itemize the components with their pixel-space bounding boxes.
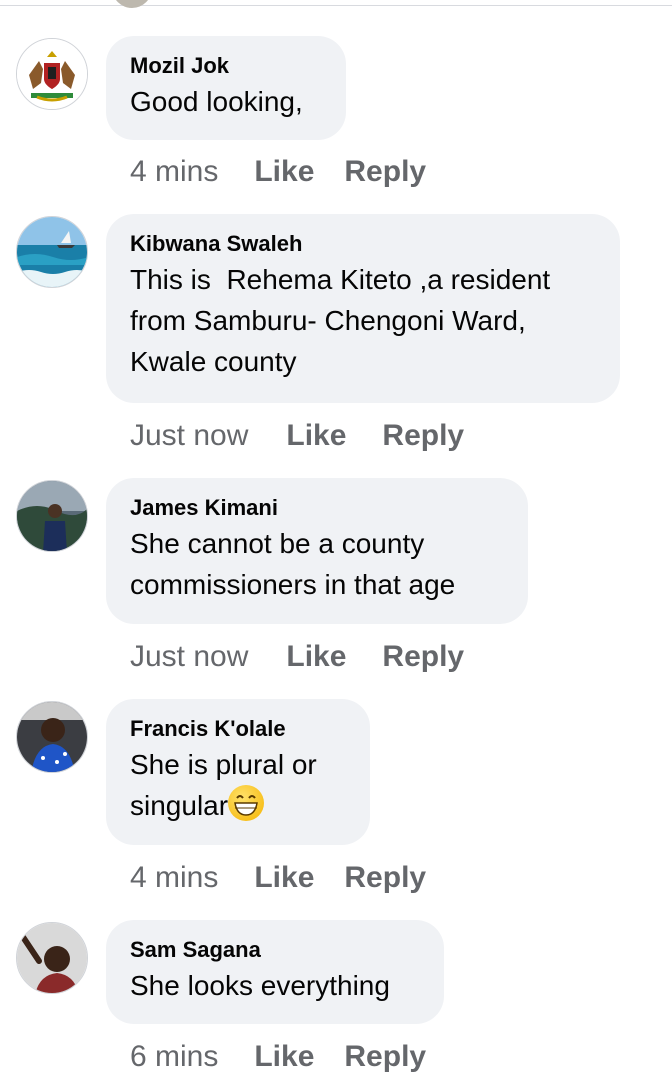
like-button[interactable]: Like: [254, 154, 314, 190]
like-button[interactable]: Like: [254, 1039, 314, 1075]
comment-meta: Just now Like Reply: [130, 418, 464, 454]
comment-text: Good looking,: [130, 86, 303, 117]
comment-text-line: commissioners in that age: [130, 569, 456, 600]
timestamp[interactable]: Just now: [130, 418, 248, 454]
comment-text-line: This is Rehema Kiteto ,a resident: [130, 264, 551, 295]
grinning-face-emoji-icon: [228, 785, 265, 821]
person-photo-icon: [17, 702, 87, 772]
timestamp[interactable]: 4 mins: [130, 154, 218, 190]
timestamp[interactable]: 4 mins: [130, 860, 218, 896]
like-button[interactable]: Like: [254, 860, 314, 896]
person-photo-icon: [17, 481, 87, 551]
man-blue-shirt-avatar[interactable]: [16, 701, 88, 773]
reply-button[interactable]: Reply: [382, 639, 464, 675]
comment-meta: 4 mins Like Reply: [130, 860, 426, 896]
timestamp[interactable]: 6 mins: [130, 1039, 218, 1075]
person-photo-icon: [17, 923, 87, 993]
reply-button[interactable]: Reply: [344, 1039, 426, 1075]
timestamp[interactable]: Just now: [130, 639, 248, 675]
comment-author[interactable]: Francis K'olale: [130, 716, 346, 742]
comment-author[interactable]: Sam Sagana: [130, 937, 420, 963]
comment-bubble[interactable]: James Kimani She cannot be a county comm…: [106, 478, 528, 624]
comment-author[interactable]: Kibwana Swaleh: [130, 231, 596, 257]
comment-bubble[interactable]: Kibwana Swaleh This is Rehema Kiteto ,a …: [106, 214, 620, 403]
reply-button[interactable]: Reply: [382, 418, 464, 454]
like-button[interactable]: Like: [286, 639, 346, 675]
like-button[interactable]: Like: [286, 418, 346, 454]
reply-button[interactable]: Reply: [344, 860, 426, 896]
comment-text-line: from Samburu- Chengoni Ward,: [130, 305, 526, 336]
comment-bubble[interactable]: Sam Sagana She looks everything: [106, 920, 444, 1024]
comment-author[interactable]: Mozil Jok: [130, 53, 322, 79]
comment-text-fragment: singular: [130, 790, 229, 821]
divider: [0, 5, 672, 6]
comment-bubble[interactable]: Francis K'olale She is plural or singula…: [106, 699, 370, 845]
reply-button[interactable]: Reply: [344, 154, 426, 190]
comment-meta: 4 mins Like Reply: [130, 154, 426, 190]
comment-text-line: She is plural or: [130, 749, 317, 780]
comment-text-line: Kwale county: [130, 346, 297, 377]
comment-bubble[interactable]: Mozil Jok Good looking,: [106, 36, 346, 140]
ocean-photo-icon: [17, 217, 87, 287]
comment-text-line: She cannot be a county: [130, 528, 425, 559]
county-coat-of-arms-avatar[interactable]: [16, 38, 88, 110]
avatar[interactable]: [112, 0, 152, 8]
comment-text: She looks everything: [130, 970, 390, 1001]
comment-author[interactable]: James Kimani: [130, 495, 504, 521]
man-waving-avatar[interactable]: [16, 922, 88, 994]
coat-of-arms-icon: [17, 39, 87, 109]
ocean-dhow-avatar[interactable]: [16, 216, 88, 288]
comment-meta: 6 mins Like Reply: [130, 1039, 426, 1075]
comment-meta: Just now Like Reply: [130, 639, 464, 675]
comment-text-line: singular: [130, 785, 346, 826]
person-outdoors-avatar[interactable]: [16, 480, 88, 552]
